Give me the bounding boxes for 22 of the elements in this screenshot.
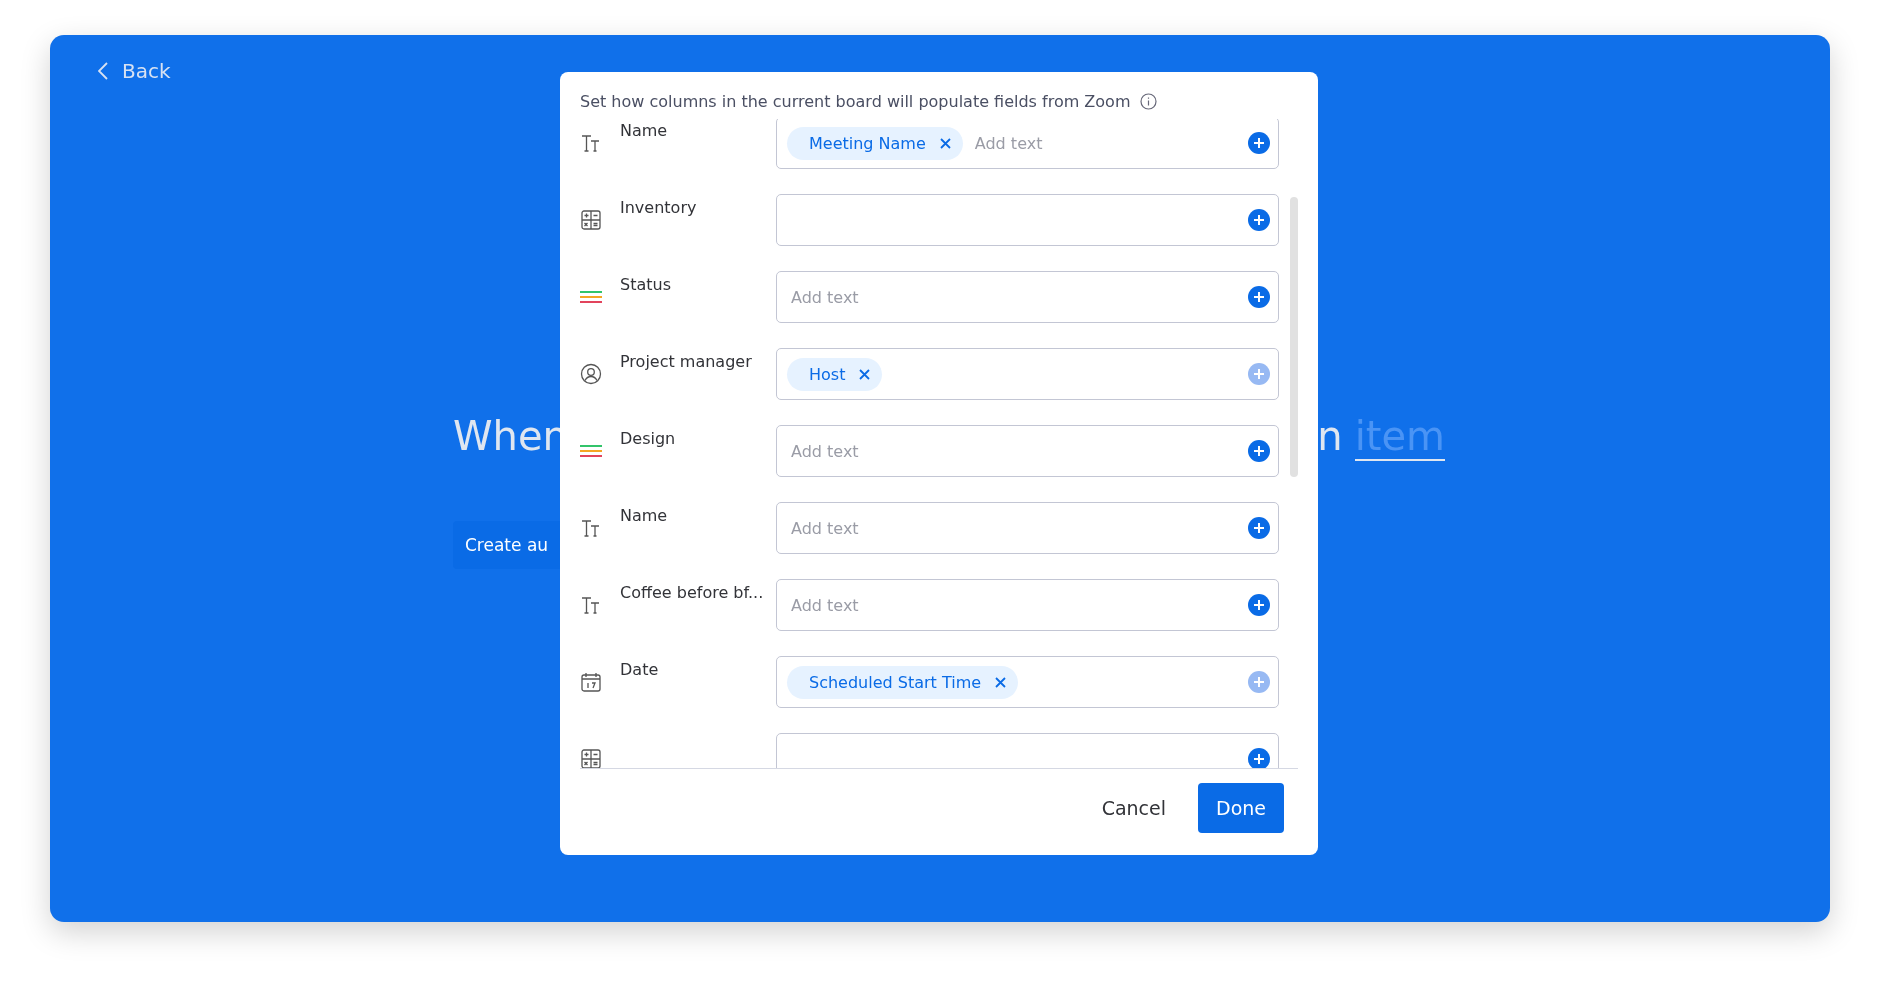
column-label: Status xyxy=(620,274,672,294)
back-link[interactable]: Back xyxy=(98,59,171,83)
mapping-field[interactable]: Scheduled Start Time xyxy=(776,656,1279,708)
column-label: Name xyxy=(620,120,669,140)
field-chip: Host xyxy=(787,357,883,391)
mapping-field[interactable]: Add text xyxy=(776,579,1279,631)
dialog-description: Set how columns in the current board will populate fields from Zoom xyxy=(580,92,1131,111)
field-chip: Scheduled Start Time xyxy=(787,665,1019,699)
mapping-field[interactable]: Add text xyxy=(776,271,1279,323)
done-button[interactable]: Done xyxy=(1198,783,1284,833)
column-label: Design xyxy=(620,428,677,448)
mapping-field[interactable]: Meeting Name Add text xyxy=(776,119,1279,169)
cancel-button[interactable]: Cancel xyxy=(1095,796,1172,820)
mapping-field[interactable]: Host xyxy=(776,348,1279,400)
column-label: Inventory xyxy=(620,197,698,217)
column-label: Coffee before bf... xyxy=(620,582,765,602)
mapping-field[interactable]: Add text xyxy=(776,425,1279,477)
mapping-field[interactable]: Add text xyxy=(776,502,1279,554)
headline-text: n xyxy=(1317,413,1343,459)
column-label: Date xyxy=(620,659,660,679)
column-label: Project manager xyxy=(620,351,753,371)
field-chip: Meeting Name xyxy=(787,126,963,160)
